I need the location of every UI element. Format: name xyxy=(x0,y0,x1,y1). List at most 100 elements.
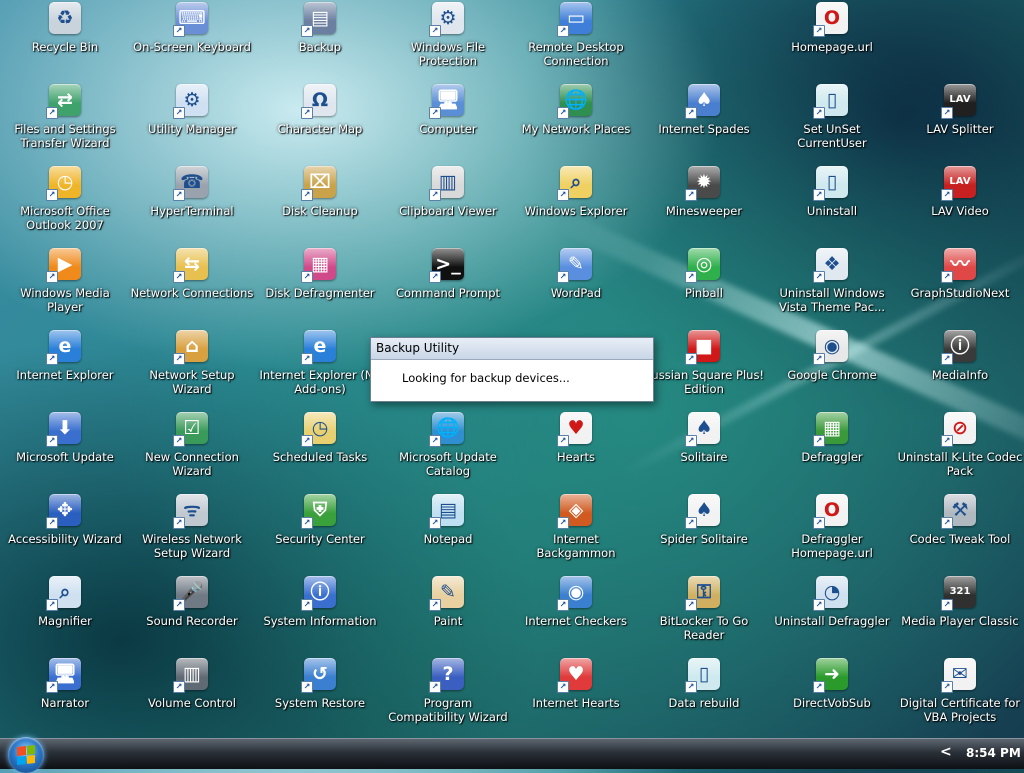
desktop-icon[interactable]: ▤ ↗ Backup xyxy=(256,0,384,80)
icon-glyph: 321 xyxy=(949,586,971,597)
desktop-icon[interactable]: e ↗ Internet Explorer (No Add-ons) xyxy=(256,328,384,408)
desktop-icon[interactable]: ☎ ↗ HyperTerminal xyxy=(128,164,256,244)
desktop-icon-label: Recycle Bin xyxy=(31,40,99,54)
taskbar: < 8:54 PM xyxy=(0,737,1024,773)
shortcut-arrow-icon: ↗ xyxy=(429,25,441,37)
desktop-icon[interactable]: ■ ↗ Russian Square Plus! Edition xyxy=(640,328,768,408)
desktop-icon[interactable]: ♠ ↗ Internet Spades xyxy=(640,82,768,162)
desktop-icon[interactable]: 🌐 ↗ Microsoft Update Catalog xyxy=(384,410,512,490)
clock[interactable]: 8:54 PM xyxy=(966,746,1021,760)
desktop-icon[interactable]: 🖥 ↗ Narrator xyxy=(1,656,129,736)
desktop-icon[interactable]: ▯ ↗ Set UnSet CurrentUser xyxy=(768,82,896,162)
desktop-icon[interactable]: ◉ ↗ Google Chrome xyxy=(768,328,896,408)
dialog-title[interactable]: Backup Utility xyxy=(371,338,653,360)
icon-glyph: ▤ xyxy=(311,6,329,29)
computer-icon: 🖥 ↗ xyxy=(429,84,464,119)
shortcut-arrow-icon: ↗ xyxy=(813,189,825,201)
desktop-icon[interactable]: ▯ ↗ Uninstall xyxy=(768,164,896,244)
magnifier-icon: ⌕ ↗ xyxy=(46,576,81,611)
desktop-icon[interactable]: ❖ ↗ Uninstall Windows Vista Theme Pac... xyxy=(768,246,896,326)
russian-square-icon: ■ ↗ xyxy=(685,330,720,365)
shortcut-arrow-icon: ↗ xyxy=(301,189,313,201)
desktop-icon[interactable]: ⇄ ↗ Files and Settings Transfer Wizard xyxy=(1,82,129,162)
icon-glyph: O xyxy=(823,6,841,29)
uninstall-defraggler-icon: ◔ ↗ xyxy=(813,576,848,611)
desktop-icon[interactable]: >_ ↗ Command Prompt xyxy=(384,246,512,326)
desktop-icon[interactable]: ✥ ↗ Accessibility Wizard xyxy=(1,492,129,572)
desktop-icon-label: Windows File Protection xyxy=(410,40,486,68)
desktop-icon[interactable]: ⓘ ↗ System Information xyxy=(256,574,384,654)
desktop-icon[interactable]: ♥ ↗ Internet Hearts xyxy=(512,656,640,736)
desktop-icon[interactable]: LAV ↗ LAV Splitter xyxy=(896,82,1024,162)
desktop-icon[interactable]: ⚙ ↗ Utility Manager xyxy=(128,82,256,162)
desktop-icon-label: Command Prompt xyxy=(395,286,501,300)
desktop-icon[interactable]: ? ↗ Program Compatibility Wizard xyxy=(384,656,512,736)
desktop-icon[interactable]: ⌧ ↗ Disk Cleanup xyxy=(256,164,384,244)
desktop-icon[interactable]: ▥ ↗ Volume Control xyxy=(128,656,256,736)
hearts-icon: ♥ ↗ xyxy=(557,412,592,447)
desktop-icon[interactable]: 321 ↗ Media Player Classic xyxy=(896,574,1024,654)
desktop-icon[interactable]: ♥ ↗ Hearts xyxy=(512,410,640,490)
desktop-icon[interactable]: ↺ ↗ System Restore xyxy=(256,656,384,736)
desktop-icon[interactable]: ⓘ ↗ MediaInfo xyxy=(896,328,1024,408)
desktop-icon-label: Notepad xyxy=(423,532,473,546)
desktop-icon[interactable]: ⬇ ↗ Microsoft Update xyxy=(1,410,129,490)
desktop-icon[interactable]: ♠ ↗ Solitaire xyxy=(640,410,768,490)
show-hidden-icons-button[interactable]: < xyxy=(940,744,952,760)
desktop-icon[interactable]: ➜ ↗ DirectVobSub xyxy=(768,656,896,736)
desktop-icon[interactable]: ᯤ ↗ Wireless Network Setup Wizard xyxy=(128,492,256,572)
codec-tweak-icon: ⚒ ↗ xyxy=(941,494,976,529)
desktop-icon[interactable]: ◔ ↗ Uninstall Defraggler xyxy=(768,574,896,654)
desktop-icon[interactable]: ▭ ↗ Remote Desktop Connection xyxy=(512,0,640,80)
icon-glyph: ☑ xyxy=(183,416,201,439)
desktop-icon[interactable]: ⊘ ↗ Uninstall K-Lite Codec Pack xyxy=(896,410,1024,490)
desktop-icon[interactable]: ◉ ↗ Internet Checkers xyxy=(512,574,640,654)
desktop-icon[interactable]: 🖥 ↗ Computer xyxy=(384,82,512,162)
desktop-icon[interactable]: ◈ ↗ Internet Backgammon xyxy=(512,492,640,572)
shortcut-arrow-icon: ↗ xyxy=(46,435,58,447)
desktop-icon[interactable]: ✹ ↗ Minesweeper xyxy=(640,164,768,244)
desktop-icon[interactable]: 🎤 ↗ Sound Recorder xyxy=(128,574,256,654)
desktop-icon[interactable]: 🌐 ↗ My Network Places xyxy=(512,82,640,162)
desktop-icon[interactable]: LAV ↗ LAV Video xyxy=(896,164,1024,244)
desktop-icon[interactable]: ▤ ↗ Notepad xyxy=(384,492,512,572)
desktop-icon[interactable]: ✎ ↗ WordPad xyxy=(512,246,640,326)
desktop-icon[interactable]: ⌕ ↗ Windows Explorer xyxy=(512,164,640,244)
desktop-icon[interactable]: ⚒ ↗ Codec Tweak Tool xyxy=(896,492,1024,572)
desktop-icon[interactable]: ▦ ↗ Defraggler xyxy=(768,410,896,490)
desktop-icon[interactable]: ♠ ↗ Spider Solitaire xyxy=(640,492,768,572)
desktop-icon[interactable]: ☑ ↗ New Connection Wizard xyxy=(128,410,256,490)
desktop-icon[interactable]: ▦ ↗ Disk Defragmenter xyxy=(256,246,384,326)
desktop-icon[interactable]: ♻ Recycle Bin xyxy=(1,0,129,80)
desktop-icon[interactable]: ⌨ ↗ On-Screen Keyboard xyxy=(128,0,256,80)
desktop-icon[interactable]: O ↗ Homepage.url xyxy=(768,0,896,80)
desktop-icon-label: Uninstall Windows Vista Theme Pac... xyxy=(778,286,886,314)
desktop-icon[interactable]: ◎ ↗ Pinball xyxy=(640,246,768,326)
desktop-icon[interactable]: ▥ ↗ Clipboard Viewer xyxy=(384,164,512,244)
desktop-icon[interactable]: e ↗ Internet Explorer xyxy=(1,328,129,408)
desktop-icon[interactable]: ◷ ↗ Microsoft Office Outlook 2007 xyxy=(1,164,129,244)
desktop-icon[interactable]: ⚿ ↗ BitLocker To Go Reader xyxy=(640,574,768,654)
desktop-icon-label: DirectVobSub xyxy=(793,696,871,710)
icon-glyph: ▤ xyxy=(439,498,457,521)
desktop-icon[interactable]: ⇆ ↗ Network Connections xyxy=(128,246,256,326)
desktop-icon-label: Character Map xyxy=(277,122,363,136)
desktop-icon[interactable]: ⚙ ↗ Windows File Protection xyxy=(384,0,512,80)
desktop-icon[interactable]: ✉ ↗ Digital Certificate for VBA Projects xyxy=(896,656,1024,736)
backup-utility-dialog[interactable]: Backup Utility Looking for backup device… xyxy=(370,337,654,402)
desktop-icon[interactable]: O ↗ Defraggler Homepage.url xyxy=(768,492,896,572)
desktop-icon[interactable]: ⛨ ↗ Security Center xyxy=(256,492,384,572)
icon-glyph: ◎ xyxy=(695,252,713,275)
desktop-icon-label: Hearts xyxy=(557,450,595,464)
desktop-icon[interactable]: 〰 ↗ GraphStudioNext xyxy=(896,246,1024,326)
desktop-icon-label: HyperTerminal xyxy=(150,204,234,218)
desktop-icon[interactable]: ◷ ↗ Scheduled Tasks xyxy=(256,410,384,490)
desktop-icon[interactable]: ▯ ↗ Data rebuild xyxy=(640,656,768,736)
desktop-icon[interactable]: ✎ ↗ Paint xyxy=(384,574,512,654)
desktop-icon[interactable]: Ω ↗ Character Map xyxy=(256,82,384,162)
desktop-icon[interactable]: ⌂ ↗ Network Setup Wizard xyxy=(128,328,256,408)
desktop-icon-label: Minesweeper xyxy=(665,204,743,218)
desktop-icon[interactable]: ⌕ ↗ Magnifier xyxy=(1,574,129,654)
desktop-icon[interactable]: ▶ ↗ Windows Media Player xyxy=(1,246,129,326)
desktop-icon-label: Computer xyxy=(419,122,477,136)
